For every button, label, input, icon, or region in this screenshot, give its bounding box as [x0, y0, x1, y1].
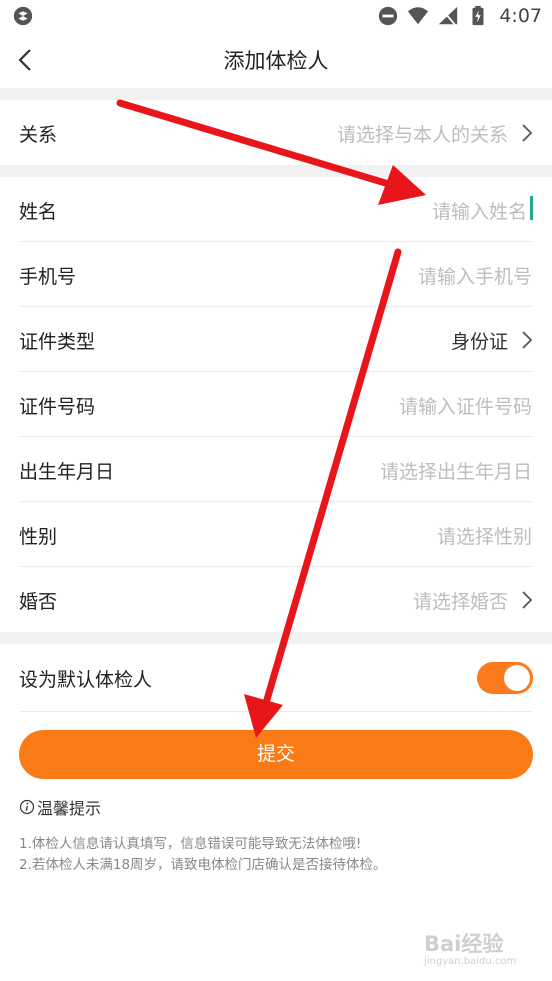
wifi-icon	[408, 7, 429, 25]
text-cursor	[530, 196, 533, 220]
chevron-right-icon	[522, 331, 533, 349]
page-title: 添加体检人	[223, 49, 329, 73]
chevron-right-icon	[522, 591, 533, 609]
phone-row[interactable]: 手机号 请输入手机号	[0, 242, 552, 307]
id-number-input[interactable]: 请输入证件号码	[399, 392, 532, 419]
birthday-label: 出生年月日	[19, 461, 115, 483]
id-type-select[interactable]: 身份证	[451, 327, 508, 354]
phone-label: 手机号	[19, 266, 77, 288]
section-divider	[0, 165, 552, 177]
birthday-row[interactable]: 出生年月日 请选择出生年月日	[0, 437, 552, 502]
relation-label: 关系	[19, 124, 58, 146]
gender-select[interactable]: 请选择性别	[437, 522, 532, 549]
name-row[interactable]: 姓名 请输入姓名	[0, 177, 552, 242]
watermark-url: jingyan.baidu.com	[424, 956, 517, 967]
status-bar: 4:07	[0, 0, 552, 32]
marital-row[interactable]: 婚否 请选择婚否	[0, 567, 552, 632]
id-type-label: 证件类型	[19, 331, 96, 353]
do-not-disturb-icon	[379, 6, 398, 26]
relation-select[interactable]: 请选择与本人的关系	[337, 120, 508, 147]
section-divider	[0, 88, 552, 100]
id-type-row[interactable]: 证件类型 身份证	[0, 307, 552, 372]
id-number-label: 证件号码	[19, 396, 96, 418]
section-divider	[0, 632, 552, 644]
id-number-row[interactable]: 证件号码 请输入证件号码	[0, 372, 552, 437]
marital-select[interactable]: 请选择婚否	[413, 587, 508, 614]
tips-title: 温馨提示	[19, 795, 101, 819]
status-time: 4:07	[499, 5, 542, 27]
watermark-brand: Bai经验	[424, 932, 504, 956]
tip-line-1: 1.体检人信息请认真填写，信息错误可能导致无法体检哦!	[19, 836, 362, 852]
info-icon	[19, 799, 35, 815]
relation-row[interactable]: 关系 请选择与本人的关系	[0, 100, 552, 165]
gender-label: 性别	[19, 526, 58, 548]
submit-button[interactable]: 提交	[19, 730, 533, 779]
chevron-right-icon	[522, 124, 533, 142]
marital-label: 婚否	[19, 591, 58, 613]
tips-title-text: 温馨提示	[37, 799, 102, 818]
name-input[interactable]: 请输入姓名	[432, 197, 527, 224]
name-label: 姓名	[19, 201, 58, 223]
birthday-select[interactable]: 请选择出生年月日	[380, 457, 532, 484]
tip-line-2: 2.若体检人未满18周岁，请致电体检门店确认是否接待体检。	[19, 857, 387, 873]
default-person-toggle[interactable]	[477, 662, 533, 694]
default-person-label: 设为默认体检人	[19, 669, 153, 691]
signal-icon	[439, 6, 458, 26]
app-notification-icon	[13, 6, 33, 26]
navigation-bar: 添加体检人	[0, 32, 552, 88]
default-person-row: 设为默认体检人	[0, 644, 552, 712]
phone-input[interactable]: 请输入手机号	[418, 262, 532, 289]
battery-charging-icon	[472, 5, 484, 26]
toggle-knob	[504, 665, 530, 691]
baidu-jingyan-watermark: Bai经验 jingyan.baidu.com	[424, 928, 534, 968]
gender-row[interactable]: 性别 请选择性别	[0, 502, 552, 567]
